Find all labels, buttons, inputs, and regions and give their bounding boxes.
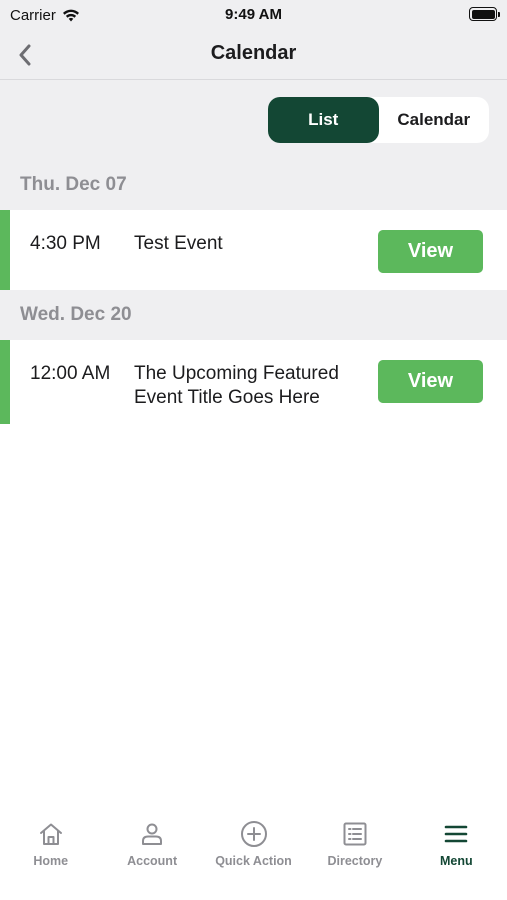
event-time: 4:30 PM	[30, 233, 101, 254]
tab-label: Menu	[440, 854, 473, 868]
tab-bar: Home Account Quick Action Directory Menu	[0, 800, 507, 900]
app-root: Carrier 9:49 AM Calendar List Calendar T…	[0, 0, 507, 900]
battery-icon	[469, 7, 500, 21]
view-segmented-control: List Calendar	[268, 97, 489, 143]
navigation-bar: Calendar	[0, 30, 507, 80]
tab-list[interactable]: List	[268, 97, 379, 143]
status-bar: Carrier 9:49 AM	[0, 0, 507, 30]
date-header: Thu. Dec 07	[0, 160, 507, 210]
home-icon	[37, 820, 65, 848]
tab-label: Account	[127, 854, 178, 868]
list-icon	[341, 820, 369, 848]
date-header: Wed. Dec 20	[0, 290, 507, 340]
tab-calendar[interactable]: Calendar	[379, 97, 490, 143]
event-time: 12:00 AM	[30, 363, 111, 384]
view-event-button[interactable]: View	[378, 360, 483, 403]
hamburger-menu-icon	[442, 820, 470, 848]
battery-fill	[471, 9, 495, 19]
calendar-content: List Calendar Thu. Dec 07 4:30 PM Test E…	[0, 80, 507, 800]
tab-menu[interactable]: Menu	[406, 800, 507, 900]
status-time: 9:49 AM	[225, 6, 282, 23]
tab-label: Home	[33, 854, 69, 868]
person-icon	[138, 820, 166, 848]
event-accent-bar	[0, 340, 10, 424]
event-title: Test Event	[134, 233, 223, 254]
page-title: Calendar	[210, 42, 297, 64]
tab-home[interactable]: Home	[0, 800, 101, 900]
tab-label: Directory	[327, 854, 383, 868]
view-toggle-area: List Calendar	[0, 80, 507, 160]
event-row[interactable]: 4:30 PM Test Event View	[0, 210, 507, 290]
tab-quick-action[interactable]: Quick Action	[203, 800, 304, 900]
view-event-button[interactable]: View	[378, 230, 483, 273]
event-row[interactable]: 12:00 AM The Upcoming Featured Event Tit…	[0, 340, 507, 424]
event-title: The Upcoming Featured Event Title Goes H…	[134, 363, 339, 408]
tab-directory[interactable]: Directory	[304, 800, 405, 900]
tab-account[interactable]: Account	[101, 800, 202, 900]
tab-label: Quick Action	[215, 854, 292, 868]
plus-circle-icon	[240, 820, 268, 848]
event-accent-bar	[0, 210, 10, 290]
